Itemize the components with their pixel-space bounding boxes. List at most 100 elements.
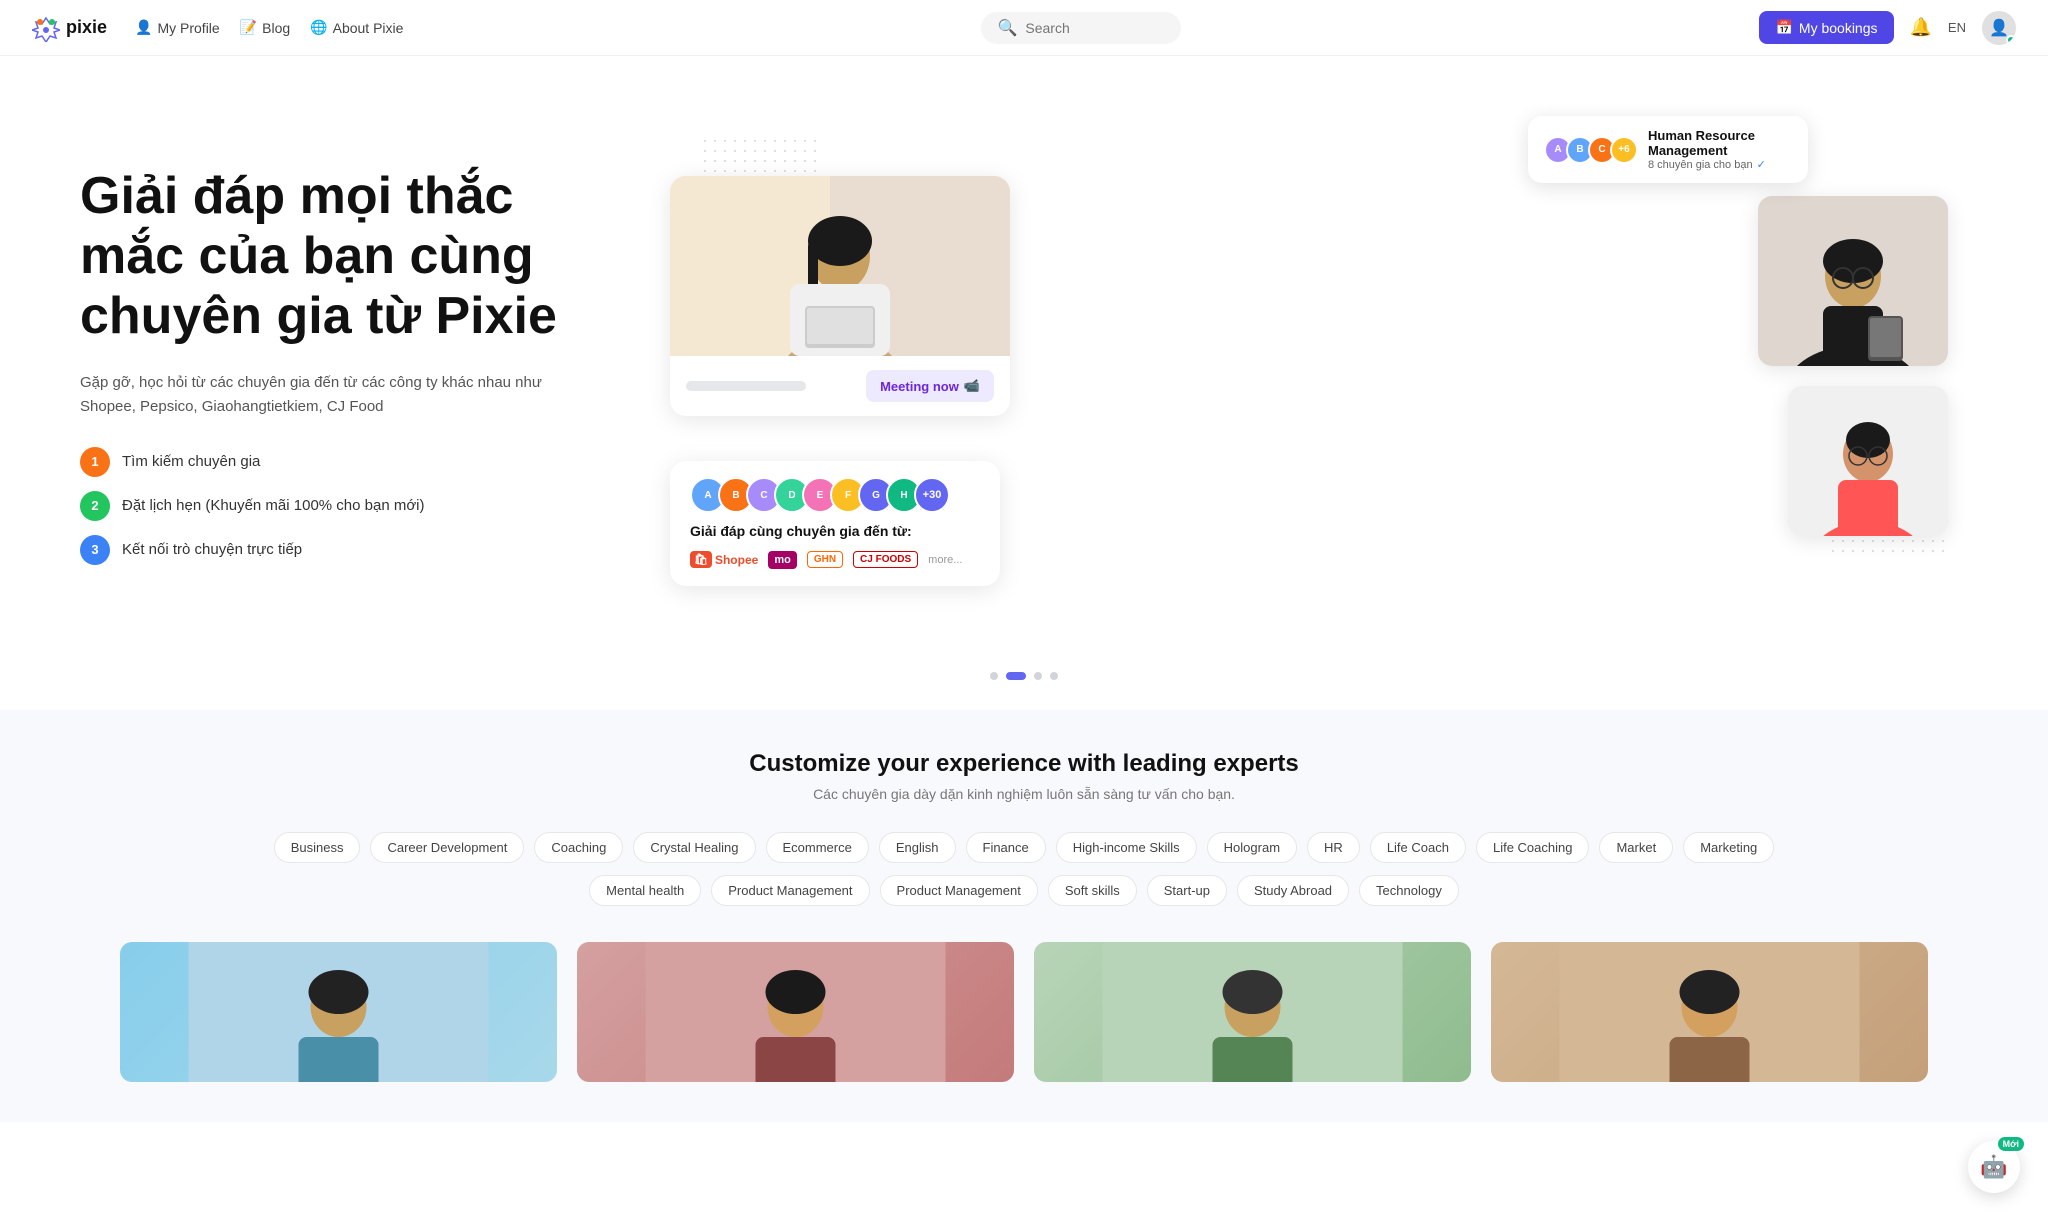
nav-left: pixie 👤 My Profile 📝 Blog 🌐 About Pixie <box>32 14 403 42</box>
more-text: more... <box>928 554 962 566</box>
about-icon: 🌐 <box>310 19 327 36</box>
search-bar[interactable]: 🔍 <box>981 12 1181 44</box>
video-icon: 📹 <box>964 378 980 394</box>
search-input[interactable] <box>1025 20 1165 36</box>
category-tag[interactable]: Life Coach <box>1370 832 1466 863</box>
avatar-count: +6 <box>1610 136 1638 164</box>
shopee-logo: 🛍 Shopee <box>690 549 758 570</box>
dot-2[interactable] <box>1006 672 1026 680</box>
cjfoods-logo: CJ FOODS <box>853 551 918 568</box>
category-tag[interactable]: Start-up <box>1147 875 1227 906</box>
category-tag[interactable]: Coaching <box>534 832 623 863</box>
nav-blog[interactable]: 📝 Blog <box>240 19 290 36</box>
category-tag[interactable]: Study Abroad <box>1237 875 1349 906</box>
card-hr-title: Human Resource Management <box>1648 128 1792 158</box>
category-tag[interactable]: Career Development <box>370 832 524 863</box>
step-1-num: 1 <box>80 447 110 477</box>
category-tag[interactable]: Technology <box>1359 875 1459 906</box>
card-expert1 <box>1758 196 1948 366</box>
my-bookings-button[interactable]: 📅 My bookings <box>1759 11 1893 44</box>
category-tag[interactable]: Crystal Healing <box>633 832 755 863</box>
step-1-text: Tìm kiếm chuyên gia <box>122 453 260 470</box>
card-footer-bar <box>686 381 806 391</box>
card-expert2 <box>1788 386 1948 536</box>
nav-right: 📅 My bookings 🔔 EN 👤 <box>1759 11 2016 45</box>
nav-links: 👤 My Profile 📝 Blog 🌐 About Pixie <box>135 19 403 36</box>
avatar[interactable]: 👤 <box>1982 11 2016 45</box>
chat-button[interactable]: 🤖 Mới <box>1968 1141 2020 1193</box>
company-logos: 🛍 Shopee mo GHN CJ FOODS more... <box>690 549 980 570</box>
meeting-now-button[interactable]: Meeting now 📹 <box>866 370 994 402</box>
brand-name: pixie <box>66 17 107 38</box>
notification-bell[interactable]: 🔔 <box>1910 17 1932 38</box>
card-main: Meeting now 📹 <box>670 176 1010 416</box>
category-tag[interactable]: Business <box>274 832 361 863</box>
section-title: Customize your experience with leading e… <box>60 750 1988 778</box>
avatars-stack: A B C +6 <box>1544 136 1638 164</box>
dot-1[interactable] <box>990 672 998 680</box>
navbar: pixie 👤 My Profile 📝 Blog 🌐 About Pixie … <box>0 0 2048 56</box>
expert-card-4[interactable] <box>1491 942 1928 1082</box>
category-tag[interactable]: Ecommerce <box>766 832 869 863</box>
company-text: Giải đáp cùng chuyên gia đến từ: <box>690 523 980 539</box>
carousel-dots <box>0 656 2048 710</box>
hero-steps: 1 Tìm kiếm chuyên gia 2 Đặt lịch hẹn (Kh… <box>80 447 600 565</box>
profile-icon: 👤 <box>135 19 152 36</box>
expert-card-1[interactable] <box>120 942 557 1082</box>
experts-row <box>60 922 1988 1082</box>
category-tag[interactable]: Finance <box>966 832 1046 863</box>
card-hr-subtitle: 8 chuyên gia cho bạn ✓ <box>1648 158 1792 171</box>
hero-subtitle: Gặp gỡ, học hỏi từ các chuyên gia đến từ… <box>80 371 600 419</box>
step-2-text: Đặt lịch hẹn (Khuyến mãi 100% cho bạn mớ… <box>122 497 425 514</box>
category-tag[interactable]: English <box>879 832 956 863</box>
expert-card-3[interactable] <box>1034 942 1471 1082</box>
category-tag[interactable]: Life Coaching <box>1476 832 1590 863</box>
hero-title: Giải đáp mọi thắc mắc của bạn cùng chuyê… <box>80 167 600 346</box>
calendar-icon: 📅 <box>1775 19 1792 36</box>
card-footer: Meeting now 📹 <box>670 356 1010 416</box>
section-subtitle: Các chuyên gia dày dặn kinh nghiệm luôn … <box>60 786 1988 802</box>
nav-my-profile[interactable]: 👤 My Profile <box>135 19 220 36</box>
logo[interactable]: pixie <box>32 14 107 42</box>
tags-row-1: Business Career Development Coaching Crysta… <box>60 832 1988 863</box>
momo-logo: mo <box>768 551 797 569</box>
category-tag[interactable]: Hologram <box>1207 832 1297 863</box>
dot-3[interactable] <box>1034 672 1042 680</box>
card-hr-text: Human Resource Management 8 chuyên gia c… <box>1648 128 1792 171</box>
categories-section: Customize your experience with leading e… <box>0 710 2048 1122</box>
category-tag[interactable]: Product Management <box>880 875 1038 906</box>
step-2: 2 Đặt lịch hẹn (Khuyến mãi 100% cho bạn … <box>80 491 600 521</box>
step-3: 3 Kết nối trò chuyện trực tiếp <box>80 535 600 565</box>
category-tag[interactable]: High-income Skills <box>1056 832 1197 863</box>
step-3-num: 3 <box>80 535 110 565</box>
card-hr: A B C +6 Human Resource Management 8 chu… <box>1528 116 1808 183</box>
hero-left: Giải đáp mọi thắc mắc của bạn cùng chuyê… <box>80 167 600 564</box>
nav-about[interactable]: 🌐 About Pixie <box>310 19 403 36</box>
expert-card-2[interactable] <box>577 942 1014 1082</box>
chat-icon: 🤖 <box>1980 1154 2007 1180</box>
blog-icon: 📝 <box>240 19 257 36</box>
category-tag[interactable]: Marketing <box>1683 832 1774 863</box>
hero-right: A B C +6 Human Resource Management 8 chu… <box>640 116 1968 616</box>
category-tag[interactable]: Product Management <box>711 875 869 906</box>
card-main-image <box>670 176 1010 356</box>
category-tag[interactable]: Soft skills <box>1048 875 1137 906</box>
dot-4[interactable] <box>1050 672 1058 680</box>
search-icon: 🔍 <box>997 18 1017 38</box>
category-tag[interactable]: Market <box>1599 832 1673 863</box>
step-2-num: 2 <box>80 491 110 521</box>
company-avatars: A B C D E F G H +30 <box>690 477 980 513</box>
check-icon: ✓ <box>1757 158 1766 171</box>
card-companies: A B C D E F G H +30 Giải đáp cùng chuyên… <box>670 461 1000 586</box>
tags-row-2: Mental health Product Management Product M… <box>60 875 1988 906</box>
language-selector[interactable]: EN <box>1948 20 1966 35</box>
online-badge <box>2006 35 2016 45</box>
step-1: 1 Tìm kiếm chuyên gia <box>80 447 600 477</box>
company-av-count: +30 <box>914 477 950 513</box>
category-tag[interactable]: Mental health <box>589 875 701 906</box>
hero-section: Giải đáp mọi thắc mắc của bạn cùng chuyê… <box>0 56 2048 656</box>
category-tag[interactable]: HR <box>1307 832 1360 863</box>
chat-badge: Mới <box>1998 1137 2024 1151</box>
ghn-logo: GHN <box>807 551 843 568</box>
step-3-text: Kết nối trò chuyện trực tiếp <box>122 541 302 558</box>
